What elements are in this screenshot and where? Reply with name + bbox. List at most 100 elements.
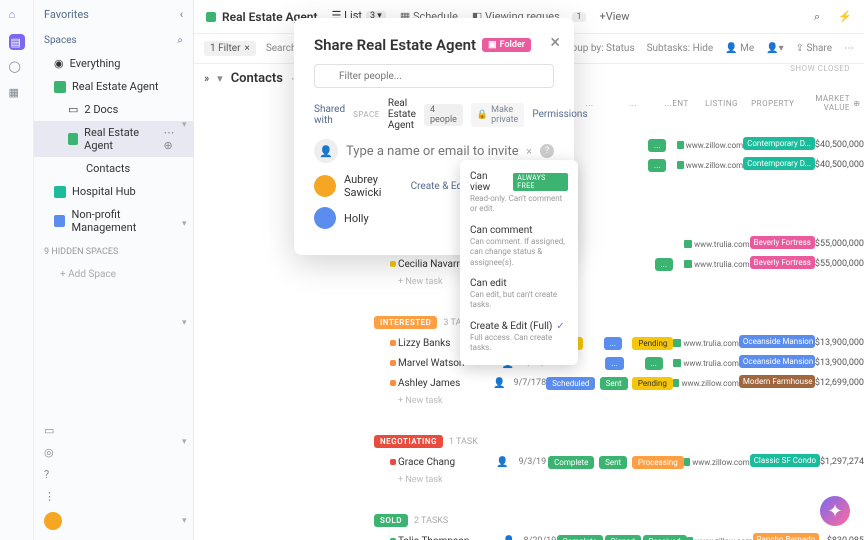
new-task[interactable]: + New task (194, 472, 864, 488)
property-tag: Contemporary D... (743, 157, 815, 170)
view-tab[interactable]: +View (600, 10, 630, 23)
listing-link[interactable]: www.zillow.com (673, 379, 739, 388)
add-column-icon[interactable]: ⊕ (850, 99, 864, 108)
listing-link[interactable]: www.zillow.com (677, 141, 743, 150)
space-icon (54, 81, 66, 93)
market-value: $40,500,000 (815, 160, 864, 170)
doc-icon[interactable]: ▭ (44, 424, 58, 438)
sidebar-item[interactable]: Contacts (34, 157, 193, 180)
help-icon[interactable]: ? (540, 144, 554, 158)
market-value: $13,900,000 (815, 338, 864, 348)
sidebar-everything[interactable]: ◉Everything (34, 52, 193, 75)
market-value: $1,297,274 (820, 457, 864, 467)
folder-icon (206, 12, 216, 22)
sidebar-item[interactable]: Real Estate Agent (34, 75, 193, 98)
favorites-header[interactable]: Favorites‹ (34, 0, 193, 29)
modal-title: Share Real Estate Agent▣ Folder (314, 36, 554, 54)
sidebar-item[interactable]: Non-profit Management (34, 203, 193, 239)
due-date: 8/20/19 (523, 536, 556, 540)
permission-option[interactable]: Can view ALWAYS FREERead-only. Can't com… (460, 166, 578, 220)
avatar-icon[interactable] (44, 512, 62, 530)
property-tag: Oceanside Mansion (739, 335, 815, 348)
home-icon[interactable]: ⌂ (9, 8, 25, 24)
market-value: $13,900,000 (815, 358, 864, 368)
property-tag: Oceanside Mansion (739, 355, 815, 368)
assign-icon[interactable]: 👤 (496, 457, 508, 468)
bell-icon[interactable]: ◯ (9, 60, 25, 76)
target-icon[interactable]: ◎ (44, 446, 58, 460)
sidebar-item[interactable]: ▭2 Docs (34, 98, 193, 121)
make-private-button[interactable]: 🔒 Make private (471, 103, 524, 127)
subtotal: $40,499,000 (194, 409, 864, 429)
due-date: 9/3/19 (517, 457, 548, 467)
hidden-spaces[interactable]: 9 HIDDEN SPACES (34, 239, 193, 265)
market-value: $830,085 (819, 536, 864, 540)
globe-icon: ◉ (54, 57, 64, 70)
show-closed[interactable]: SHOW CLOSED (790, 64, 850, 73)
listing-link[interactable]: www.zillow.com (687, 537, 753, 540)
item-more-icon[interactable]: ⋯ ⊕ (164, 126, 183, 152)
task-row[interactable]: Ashley James👤 9/7/178 Scheduled Sent Pen… (194, 373, 864, 393)
listing-link[interactable]: www.zillow.com (677, 161, 743, 170)
avatar (314, 207, 336, 229)
avatar (314, 175, 336, 197)
collapse-icon[interactable]: ‹ (180, 8, 183, 21)
book-icon[interactable]: ▤ (9, 34, 25, 50)
permission-option[interactable]: Create & Edit (Full) ✓Full access. Can c… (460, 316, 578, 359)
status-dot (390, 360, 396, 366)
status-dot (390, 380, 396, 386)
search-icon[interactable]: ⌕ (177, 35, 183, 46)
more-icon[interactable]: ⋯ (844, 43, 854, 54)
share-button[interactable]: ⇪ Share (796, 43, 832, 54)
more-icon[interactable]: ⋮ (44, 490, 58, 504)
property-tag: Beverly Fortress (750, 236, 815, 249)
space-icon (54, 215, 65, 227)
chevron-down-icon[interactable]: ▾ (217, 72, 223, 85)
listing-link[interactable]: www.zillow.com (684, 458, 750, 467)
new-task[interactable]: + New task (194, 393, 864, 409)
person-name: Aubrey Sawicki (344, 173, 403, 199)
market-value: $55,000,000 (815, 259, 864, 269)
filter-people-input[interactable] (314, 64, 554, 88)
fab-button[interactable]: ✦ (820, 496, 850, 526)
listing-link[interactable]: www.trulia.com (684, 240, 750, 249)
invite-input[interactable] (346, 144, 518, 159)
left-rail: ⌂ ▤ ◯ ▦ (0, 0, 34, 540)
permission-option[interactable]: Can editCan edit, but can't create tasks… (460, 273, 578, 316)
close-icon[interactable]: × (550, 32, 560, 53)
listing-link[interactable]: www.trulia.com (673, 339, 739, 348)
list-name: Contacts (231, 71, 283, 86)
group-header[interactable]: ▾NEGOTIATING1 TASK (194, 431, 864, 452)
subtasks[interactable]: Subtasks: Hide (647, 43, 714, 54)
market-value: $55,000,000 (815, 239, 864, 249)
me-filter[interactable]: 👤 Me (725, 43, 754, 54)
clear-icon[interactable]: × (526, 145, 532, 158)
assign-icon[interactable]: 👤 (493, 378, 505, 389)
person-icon: 👤 (314, 139, 338, 163)
bolt-icon[interactable]: ⚡ (838, 10, 852, 24)
permissions-link[interactable]: Permissions (532, 109, 587, 120)
sidebar-item[interactable]: Hospital Hub (34, 180, 193, 203)
spaces-header: Spaces⌕ (34, 29, 193, 52)
task-row[interactable]: Talia Thompson👤 8/20/19 Complete Signed … (194, 531, 864, 540)
market-value: $40,500,000 (815, 140, 864, 150)
help-icon[interactable]: ? (44, 468, 58, 482)
listing-link[interactable]: www.trulia.com (684, 260, 750, 269)
space-icon (68, 133, 78, 145)
search-icon[interactable]: ⌕ (814, 10, 828, 24)
group-header[interactable]: ▾SOLD2 TASKS (194, 510, 864, 531)
assign-icon[interactable]: 👤 (503, 536, 515, 540)
collapse-all-icon[interactable]: » (204, 72, 209, 85)
listing-link[interactable]: www.trulia.com (673, 359, 739, 368)
task-row[interactable]: Grace Chang👤 9/3/19 Complete Sent Proces… (194, 452, 864, 472)
property-tag: Beverly Fortress (750, 256, 815, 269)
assignee-filter[interactable]: 👤▾ (766, 43, 783, 54)
sidebar-item[interactable]: Real Estate Agent⋯ ⊕ (34, 121, 193, 157)
filter-chip[interactable]: 1 Filter× (204, 41, 256, 56)
permission-option[interactable]: Can commentCan comment. If assigned, can… (460, 220, 578, 273)
add-space[interactable]: + Add Space (34, 265, 193, 284)
property-tag: Classic SF Condo (750, 454, 820, 467)
close-icon[interactable]: × (244, 43, 249, 54)
grid-icon[interactable]: ▦ (9, 86, 25, 102)
space-icon (54, 186, 66, 198)
